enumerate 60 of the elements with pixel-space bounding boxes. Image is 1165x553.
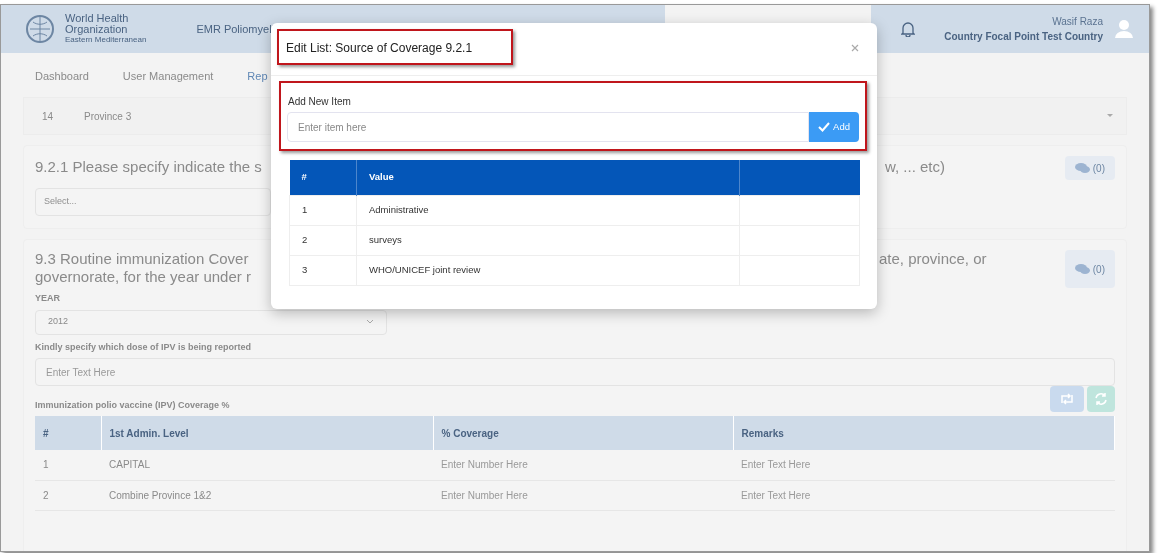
table-cell: 2 — [289, 225, 357, 255]
org-name: Organization — [65, 24, 129, 35]
chat-bubbles-icon — [1074, 162, 1090, 174]
question-title: governorate, for the year under r — [35, 268, 251, 286]
app-title: EMR Poliomyeli — [196, 21, 275, 37]
nav-tab[interactable]: User Management — [122, 67, 214, 85]
swap-arrows-icon — [1059, 393, 1075, 405]
dialog-title: Edit List: Source of Coverage 9.2.1 — [286, 40, 473, 57]
globe-emblem-icon — [25, 14, 55, 44]
field-label: Immunization polio vaccine (IPV) Coverage % — [35, 398, 230, 412]
refresh-button[interactable] — [1087, 386, 1115, 412]
number-input-field[interactable]: Enter Number Here — [437, 457, 729, 473]
caret-icon — [366, 319, 374, 325]
column-header: # — [289, 160, 357, 195]
table-cell: 1 — [35, 450, 101, 480]
province-name: Province 3 — [84, 109, 132, 124]
text-input-field[interactable]: Enter Text Here — [737, 487, 1111, 503]
nav-tab[interactable]: Dashboard — [35, 67, 89, 85]
table-cell: Administrative — [356, 195, 740, 225]
user-name: Wasif Raza — [1052, 15, 1103, 29]
swap-button[interactable] — [1050, 386, 1084, 412]
table-cell: 3 — [289, 255, 357, 285]
table-cell: Combine Province 1&2 — [101, 480, 433, 510]
caret-icon[interactable] — [1106, 113, 1114, 119]
column-header: Value — [356, 160, 740, 195]
table-cell: 1 — [289, 195, 357, 225]
text-input-field[interactable]: Enter Text Here — [737, 457, 1111, 473]
table-cell: WHO/UNICEF joint review — [356, 255, 740, 285]
checkmark-icon — [818, 122, 831, 132]
field-label: YEAR — [35, 292, 61, 305]
comments-button[interactable]: (0) — [1064, 250, 1115, 288]
field-label: Kindly specify which dose of IPV is being reported — [35, 340, 253, 354]
add-button[interactable]: Add — [809, 112, 859, 142]
nav-tab[interactable]: Rep — [247, 67, 268, 85]
column-header: Remarks — [733, 416, 1115, 450]
chat-bubbles-icon — [1074, 263, 1090, 275]
user-role: Country Focal Point Test Country — [944, 30, 1103, 44]
select-field[interactable]: Select... — [35, 188, 271, 216]
table-cell: surveys — [356, 225, 740, 255]
question-title: 9.2.1 Please specify indicate the s — [35, 157, 263, 177]
column-header: 1st Admin. Level — [101, 416, 433, 450]
refresh-icon — [1094, 392, 1108, 406]
item-input-field[interactable]: Enter item here — [287, 112, 809, 142]
question-title: 9.3 Routine immunization Cover — [35, 250, 250, 268]
row-number: 14 — [41, 109, 55, 124]
close-icon[interactable] — [851, 44, 859, 52]
question-title: ate, province, or — [878, 250, 987, 268]
table-cell: CAPITAL — [101, 450, 433, 480]
field-label: Add New Item — [288, 95, 351, 109]
year-select[interactable]: 2012 — [35, 309, 387, 335]
comments-button[interactable]: (0) — [1064, 156, 1115, 180]
input-field[interactable]: Enter Text Here — [35, 358, 1115, 386]
table-cell: 2 — [35, 480, 101, 510]
column-header: # — [35, 416, 101, 450]
column-header: % Coverage — [433, 416, 733, 450]
number-input-field[interactable]: Enter Number Here — [437, 487, 729, 503]
org-region: Eastern Mediterranean — [65, 35, 147, 45]
question-title: w, ... etc) — [885, 157, 945, 177]
bell-icon[interactable] — [901, 21, 915, 37]
org-name: World Health — [65, 13, 130, 24]
